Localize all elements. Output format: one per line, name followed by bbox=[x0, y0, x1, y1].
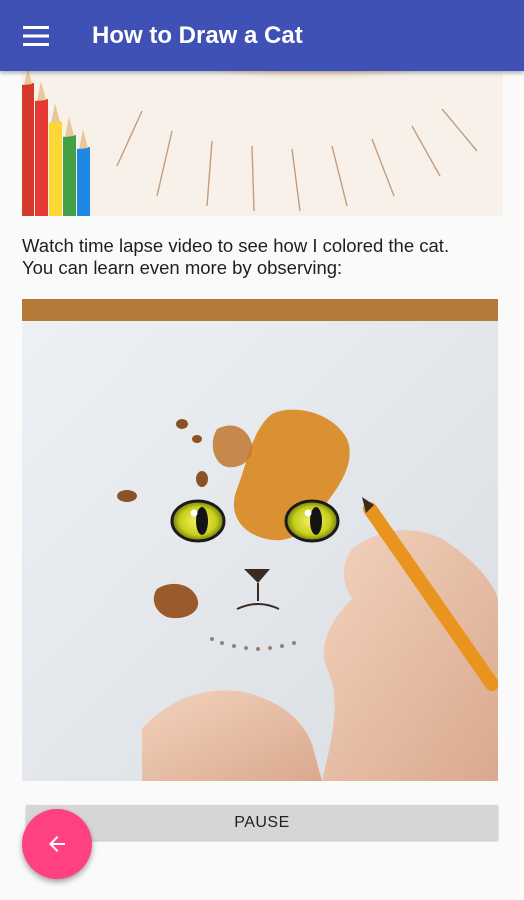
app-bar: How to Draw a Cat bbox=[0, 0, 524, 71]
hamburger-menu-icon bbox=[23, 26, 49, 46]
video-description: Watch time lapse video to see how I colo… bbox=[22, 235, 450, 278]
pause-button[interactable]: PAUSE bbox=[26, 805, 498, 840]
video-player[interactable] bbox=[22, 299, 498, 781]
scroll-content[interactable]: Watch time lapse video to see how I colo… bbox=[0, 71, 524, 900]
page-title: How to Draw a Cat bbox=[92, 22, 303, 49]
arrow-back-icon bbox=[49, 836, 65, 852]
back-fab-button[interactable] bbox=[22, 809, 92, 879]
menu-button[interactable] bbox=[10, 10, 62, 62]
cat-fur-drawing-image bbox=[22, 71, 503, 216]
